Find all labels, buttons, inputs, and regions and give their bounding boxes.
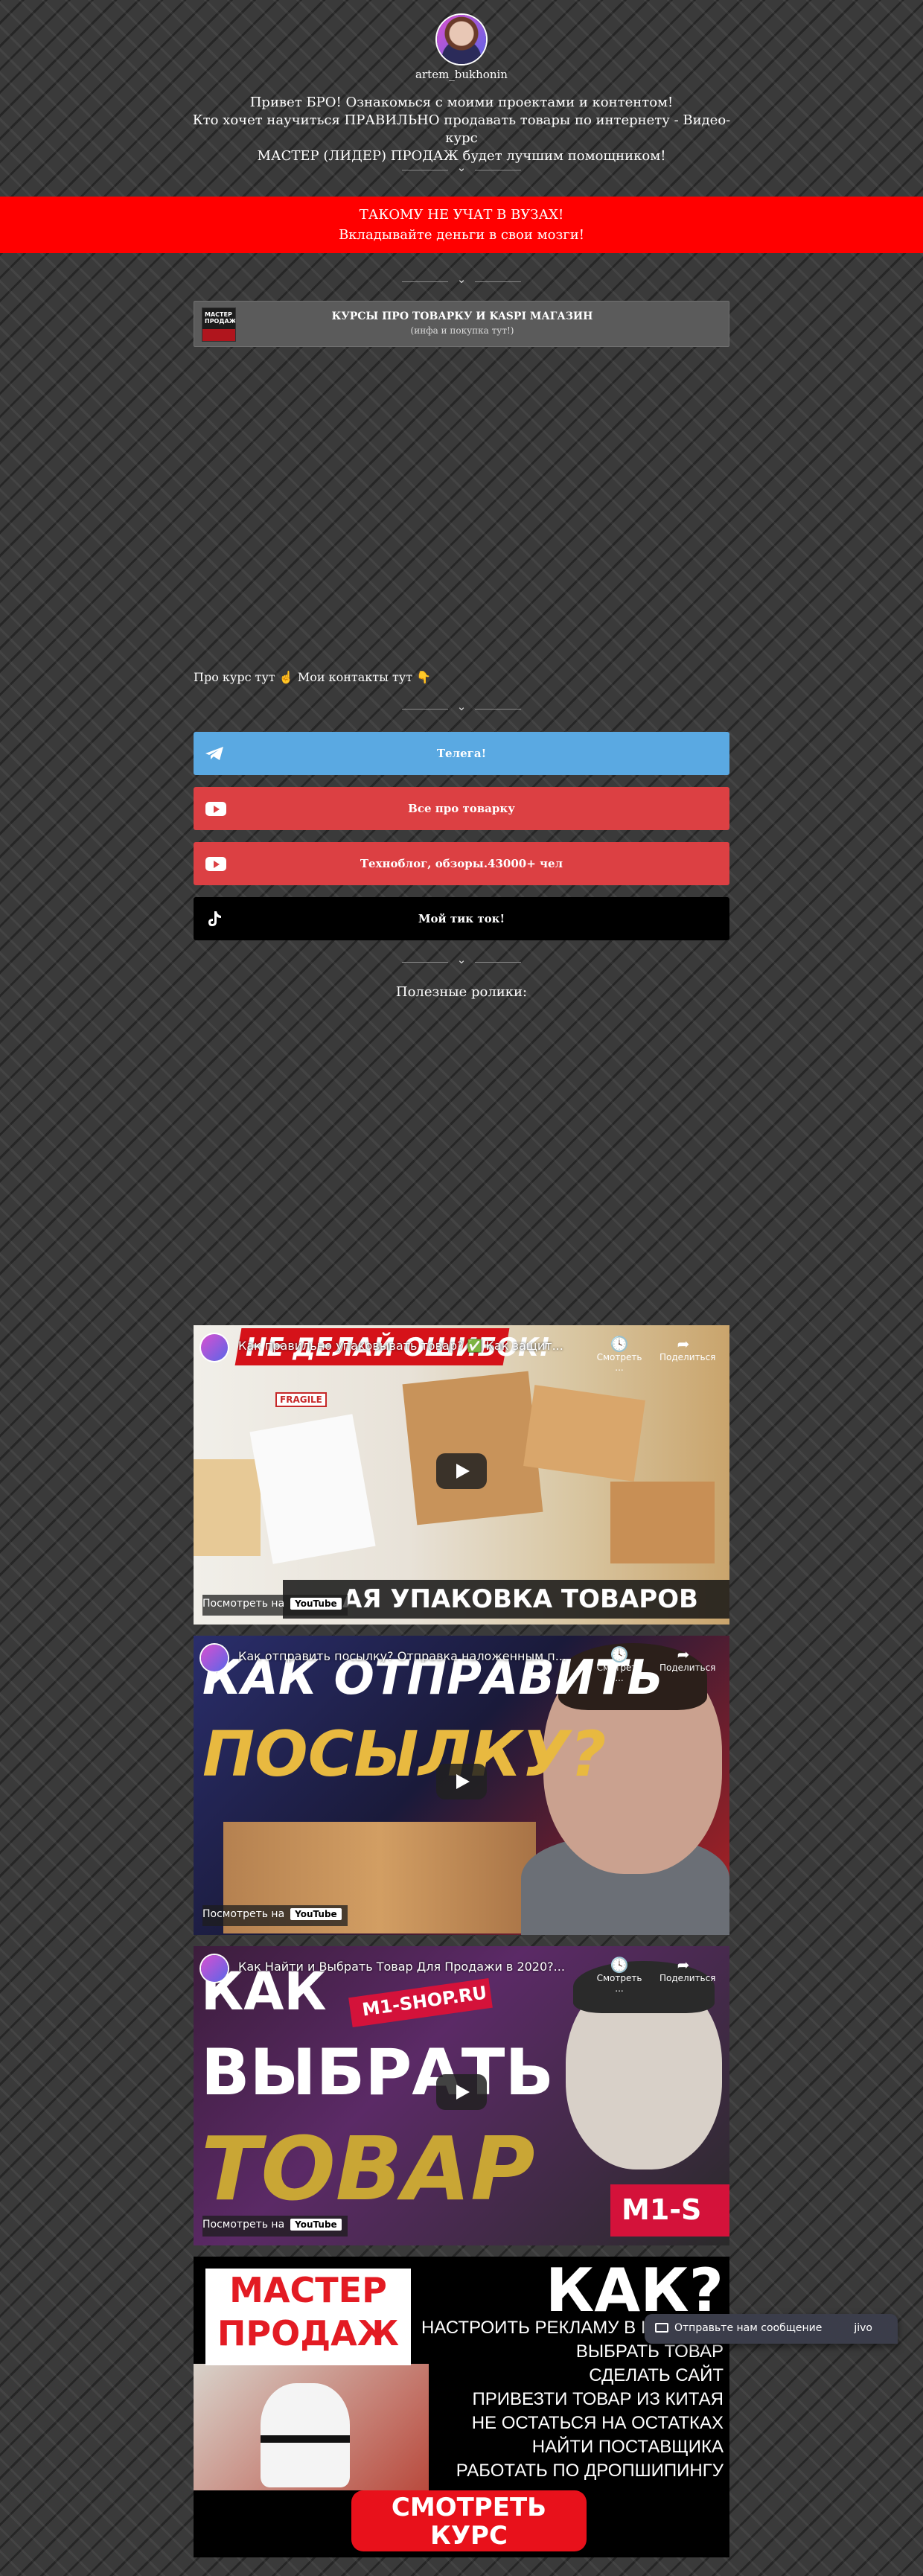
youtube-logo: YouTube (290, 2219, 342, 2231)
watch-later-button[interactable]: 🕓 Смотреть ... (595, 1336, 643, 1373)
share-icon: ➦ (677, 1335, 690, 1353)
tiktok-icon (208, 911, 221, 926)
share-button[interactable]: ➦ Поделиться (659, 1645, 715, 1673)
banner-line: ТАКОМУ НЕ УЧАТ В ВУЗАХ! (359, 207, 564, 223)
promo-line: НЕ ОСТАТЬСЯ НА ОСТАТКАХ (471, 2413, 724, 2433)
intro-line: Привет БРО! Ознакомься с моими проектами… (249, 95, 674, 110)
contacts-text: Про курс тут ☝ Мои контакты тут 👇 (194, 670, 432, 684)
divider: ⌄ (402, 700, 521, 715)
chat-widget[interactable]: Отправьте нам сообщение jivo (645, 2314, 898, 2344)
watch-on-youtube[interactable]: Посмотреть на YouTube (202, 1905, 348, 1926)
share-label: Поделиться (659, 1352, 716, 1362)
promo-line: ПРИВЕЗТИ ТОВАР ИЗ КИТАЯ (472, 2389, 724, 2409)
telegram-button[interactable]: Телега! (194, 732, 729, 775)
telegram-label: Телега! (436, 747, 487, 760)
promo-brand: МАСТЕР ПРОДАЖ (205, 2269, 411, 2365)
divider: ⌄ (402, 272, 521, 287)
intro-line: Кто хочет научиться ПРАВИЛЬНО продавать … (192, 112, 731, 146)
channel-avatar[interactable] (201, 1955, 228, 1982)
chevron-down-icon: ⌄ (456, 700, 467, 713)
clock-icon: 🕓 (610, 1645, 629, 1663)
watch-later-label: Смотреть ... (596, 1352, 642, 1373)
tiktok-label: Мой тик ток! (418, 912, 505, 925)
divider: ⌄ (402, 161, 521, 176)
chat-widget-label: Отправьте нам сообщение (674, 2322, 823, 2334)
video-title[interactable]: Как правильно упаковывать товар? ✅ Как з… (238, 1339, 581, 1353)
youtube-button-techblog[interactable]: Техноблог, обзоры.43000+ чел (194, 842, 729, 885)
watch-on-label: Посмотреть на (202, 1598, 285, 1610)
promo-line: ВЫБРАТЬ ТОВАР (575, 2341, 724, 2362)
useful-videos-title: Полезные ролики: (395, 984, 528, 1000)
avatar[interactable] (437, 15, 486, 64)
youtube-logo: YouTube (290, 1598, 342, 1610)
course-card[interactable]: МАСТЕР ПРОДАЖ КУРСЫ ПРО ТОВАРКУ И KASPI … (194, 301, 729, 347)
watch-later-button[interactable]: 🕓 Смотреть ... (595, 1957, 643, 1994)
jivo-logo: jivo (854, 2322, 872, 2334)
cta-line: КУРС (430, 2521, 508, 2551)
watch-later-label: Смотреть ... (596, 1662, 642, 1683)
video-title[interactable]: Как отправить посылку? Отправка наложенн… (238, 1649, 581, 1663)
share-button[interactable]: ➦ Поделиться (659, 1956, 715, 1983)
course-promo-banner[interactable]: МАСТЕР ПРОДАЖ КАК? НАСТРОИТЬ РЕКЛАМУ В I… (194, 2257, 729, 2557)
youtube-techblog-label: Техноблог, обзоры.43000+ чел (360, 857, 563, 870)
telegram-icon (205, 747, 223, 760)
play-button[interactable] (436, 1453, 487, 1489)
course-subtitle: (инфа и покупка тут!) (410, 325, 514, 336)
watch-later-button[interactable]: 🕓 Смотреть ... (595, 1646, 643, 1683)
banner: ТАКОМУ НЕ УЧАТ В ВУЗАХ! Вкладывайте день… (0, 197, 923, 253)
share-icon: ➦ (677, 1956, 690, 1974)
username: artem_bukhonin (415, 68, 508, 81)
watch-later-label: Смотреть ... (596, 1973, 642, 1994)
play-button[interactable] (436, 1764, 487, 1799)
video-overlay-text: ТОВАР (201, 2117, 535, 2220)
envelope-icon (655, 2323, 668, 2333)
video-title[interactable]: Как Найти и Выбрать Товар Для Продажи в … (238, 1960, 581, 1974)
intro-text: Привет БРО! Ознакомься с моими проектами… (179, 94, 744, 165)
share-label: Поделиться (659, 1662, 716, 1673)
promo-line: СДЕЛАТЬ САЙТ (589, 2365, 724, 2385)
chevron-down-icon: ⌄ (456, 272, 467, 286)
video-overlay-text: ВЫБРАТЬ (201, 2035, 555, 2110)
channel-avatar[interactable] (201, 1334, 228, 1361)
fragile-label: FRAGILE (275, 1392, 327, 1407)
course-title: КУРСЫ ПРО ТОВАРКУ И KASPI МАГАЗИН (331, 310, 593, 322)
video-embed-shipping[interactable]: КАК ОТПРАВИТЬ ПОСЫЛКУ? Как отправить пос… (194, 1636, 729, 1935)
clock-icon: 🕓 (610, 1956, 629, 1974)
youtube-logo: YouTube (290, 1908, 342, 1920)
video-embed-packing[interactable]: НЕ ДЕЛАЙ ОШИБОК! FRAGILE АЯ УПАКОВКА ТОВ… (194, 1325, 729, 1625)
promo-line: РАБОТАТЬ ПО ДРОПШИПИНГУ (456, 2461, 724, 2481)
share-icon: ➦ (677, 1645, 690, 1663)
chevron-down-icon: ⌄ (456, 161, 467, 174)
youtube-button-goods[interactable]: Все про товарку (194, 787, 729, 830)
video-embed-product-choice[interactable]: M1-SHOP.RU M1-S КАК ВЫБРАТЬ ТОВАР Как На… (194, 1946, 729, 2245)
cta-line: СМОТРЕТЬ (391, 2493, 547, 2522)
watch-course-button[interactable]: СМОТРЕТЬ КУРС (351, 2490, 587, 2551)
share-button[interactable]: ➦ Поделиться (659, 1335, 715, 1362)
youtube-goods-label: Все про товарку (408, 802, 515, 815)
clock-icon: 🕓 (610, 1335, 629, 1353)
tiktok-button[interactable]: Мой тик ток! (194, 897, 729, 940)
watch-on-label: Посмотреть на (202, 1908, 285, 1920)
channel-avatar[interactable] (201, 1645, 228, 1671)
promo-line: НАЙТИ ПОСТАВЩИКА (531, 2437, 724, 2457)
video-badge: M1-S (622, 2193, 702, 2226)
promo-brand-line: МАСТЕР (229, 2270, 387, 2310)
youtube-icon (205, 857, 226, 871)
share-label: Поделиться (659, 1973, 716, 1983)
video-overlay-text: АЯ УПАКОВКА ТОВАРОВ (342, 1584, 698, 1614)
youtube-icon (205, 802, 226, 816)
banner-line: Вкладывайте деньги в свои мозги! (339, 227, 584, 243)
play-button[interactable] (436, 2074, 487, 2110)
watch-on-youtube[interactable]: Посмотреть на YouTube (202, 2216, 348, 2237)
chevron-down-icon: ⌄ (456, 953, 467, 966)
divider: ⌄ (402, 953, 521, 968)
promo-brand-line: ПРОДАЖ (217, 2313, 400, 2353)
watch-on-label: Посмотреть на (202, 2219, 285, 2231)
video-overlay-text: ПОСЫЛКУ? (202, 1718, 607, 1791)
promo-line: НАСТРОИТЬ РЕКЛАМУ В INS (421, 2318, 671, 2338)
watch-on-youtube[interactable]: Посмотреть на YouTube (202, 1595, 348, 1616)
